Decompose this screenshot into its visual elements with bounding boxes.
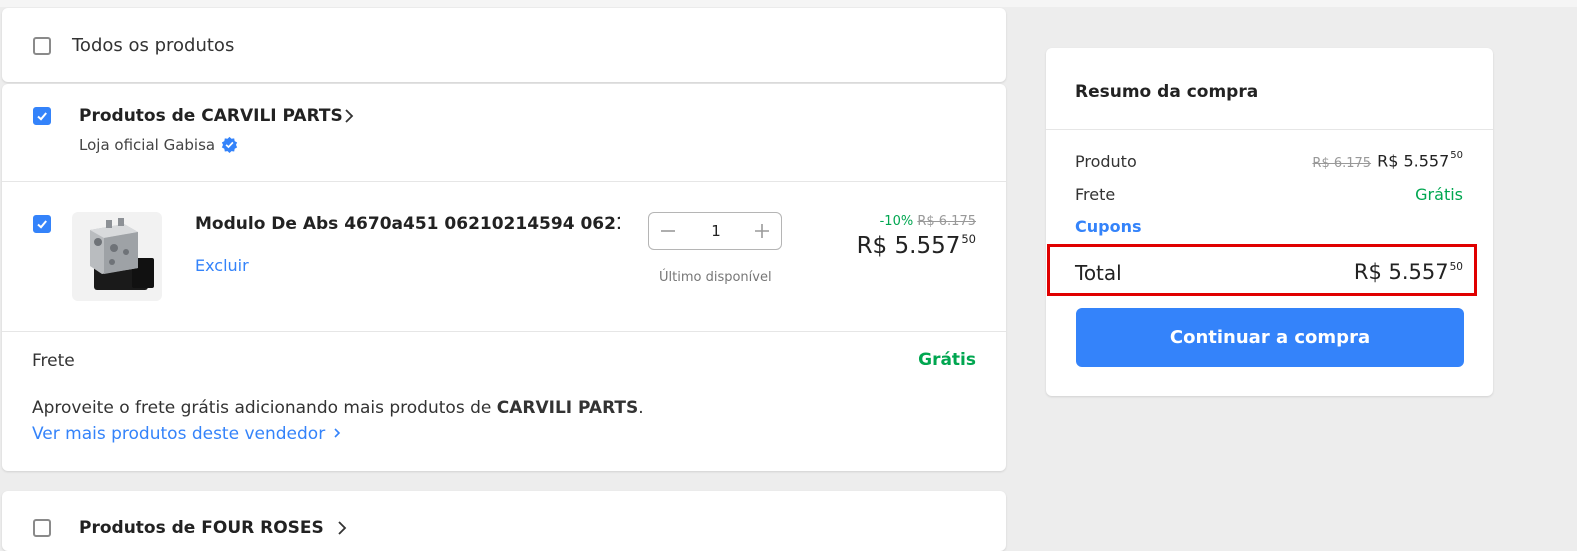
seller-title[interactable]: Produtos de CARVILI PARTS [79, 106, 343, 126]
all-products-label: Todos os produtos [72, 35, 235, 56]
summary-old-price: R$ 6.175 [1312, 155, 1372, 171]
seller-checkbox[interactable] [33, 519, 51, 537]
check-icon [37, 112, 47, 121]
seller-title[interactable]: Produtos de FOUR ROSES [79, 518, 324, 538]
see-more-label[interactable]: Ver mais produtos deste vendedor [32, 424, 325, 444]
discount-badge: -10% [879, 214, 914, 229]
abs-module-image [90, 218, 154, 290]
availability-text: Último disponível [659, 270, 772, 285]
delete-link[interactable]: Excluir [195, 256, 249, 275]
free-shipping-promo: Aproveite o frete grátis adicionando mai… [32, 398, 644, 418]
increment-button[interactable] [747, 217, 777, 245]
seller-card-carvili: Produtos de CARVILI PARTS Loja oficial G… [2, 84, 1006, 471]
seller-subtitle: Loja oficial Gabisa [79, 136, 216, 154]
summary-product-price: R$ 6.175 R$ 5.55750 [1312, 150, 1463, 171]
summary-price-cents: 50 [1450, 150, 1463, 161]
promo-period: . [638, 398, 644, 418]
divider [2, 181, 1006, 182]
decrement-button[interactable] [653, 217, 683, 245]
quantity-stepper: 1 [648, 212, 782, 250]
summary-price-main: R$ 5.557 [1377, 151, 1450, 171]
quantity-value[interactable]: 1 [704, 222, 728, 240]
check-icon [37, 220, 47, 229]
chevron-right-icon[interactable] [344, 108, 354, 124]
divider [1046, 129, 1493, 130]
coupons-link[interactable]: Cupons [1075, 217, 1142, 236]
summary-product-label: Produto [1075, 152, 1137, 171]
top-strip [0, 0, 1577, 7]
summary-shipping-label: Frete [1075, 185, 1116, 204]
seller-checkbox[interactable] [33, 107, 51, 125]
shipping-value: Grátis [918, 350, 976, 370]
seller-card-four-roses: Produtos de FOUR ROSES [2, 491, 1006, 551]
all-products-checkbox[interactable] [33, 37, 51, 55]
item-price: R$ 5.55750 [857, 232, 976, 259]
item-checkbox[interactable] [33, 215, 51, 233]
divider [2, 331, 1006, 332]
chevron-right-icon[interactable] [337, 520, 347, 536]
item-price-main: R$ 5.557 [856, 232, 961, 259]
item-old-price: R$ 6.175 [917, 214, 976, 229]
item-title[interactable]: Modulo De Abs 4670a451 06210214594 0621.… [195, 214, 620, 234]
summary-title: Resumo da compra [1075, 82, 1259, 102]
continue-purchase-button[interactable]: Continuar a compra [1076, 308, 1464, 367]
product-thumbnail[interactable] [72, 212, 162, 301]
shipping-label: Frete [32, 351, 75, 371]
minus-icon [661, 230, 675, 232]
item-price-block: -10% R$ 6.175 [880, 214, 976, 229]
all-products-card: Todos os produtos [2, 8, 1006, 82]
plus-icon [755, 224, 769, 238]
promo-text: Aproveite o frete grátis adicionando mai… [32, 398, 492, 418]
verified-badge-icon [221, 136, 238, 153]
item-price-cents: 50 [961, 232, 976, 246]
chevron-right-icon [334, 428, 340, 438]
see-more-products-link[interactable]: Ver mais produtos deste vendedor [32, 424, 341, 444]
summary-shipping-value: Grátis [1415, 185, 1463, 204]
total-highlight-box [1047, 244, 1477, 296]
promo-seller: CARVILI PARTS [496, 398, 639, 418]
